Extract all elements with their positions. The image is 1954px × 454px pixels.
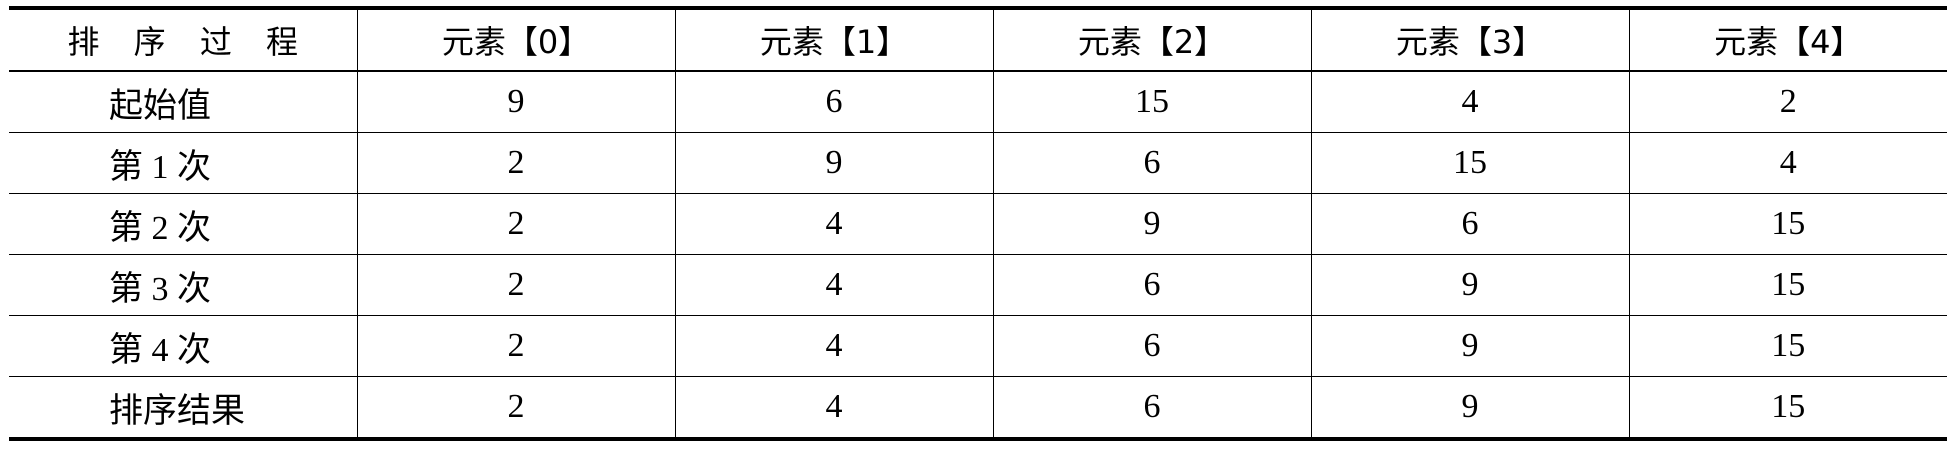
table-header: 排 序 过 程 元素【0】 元素【1】 元素【2】 元素【3】 元素【4】: [9, 6, 1947, 72]
table-cell: 2: [356, 376, 675, 441]
row-label: 第 3 次: [9, 254, 357, 316]
header-row: 排 序 过 程 元素【0】 元素【1】 元素【2】 元素【3】 元素【4】: [9, 6, 1947, 72]
table-body: 起始值 9 6 15 4 2 第 1 次 2 9 6 15 4 第 2 次 2 …: [9, 71, 1947, 441]
table-cell: 6: [992, 376, 1311, 441]
table-cell: 15: [1628, 315, 1947, 377]
header-element-1: 元素【1】: [674, 6, 993, 72]
table-cell: 4: [674, 376, 993, 441]
table-cell: 9: [356, 71, 675, 133]
table-row: 第 1 次 2 9 6 15 4: [9, 132, 1947, 194]
header-element-3: 元素【3】: [1310, 6, 1629, 72]
table-row: 第 4 次 2 4 6 9 15: [9, 315, 1947, 377]
table-cell: 2: [1628, 71, 1947, 133]
table-cell: 9: [1310, 376, 1629, 441]
header-element-0: 元素【0】: [356, 6, 675, 72]
table-cell: 2: [356, 193, 675, 255]
row-label: 第 2 次: [9, 193, 357, 255]
table-cell: 6: [1310, 193, 1629, 255]
table-cell: 4: [674, 254, 993, 316]
table-cell: 2: [356, 315, 675, 377]
table-cell: 15: [1310, 132, 1629, 194]
header-element-4: 元素【4】: [1628, 6, 1947, 72]
row-label: 排序结果: [9, 376, 357, 441]
row-label: 起始值: [9, 71, 357, 133]
table-cell: 9: [674, 132, 993, 194]
table-row: 第 2 次 2 4 9 6 15: [9, 193, 1947, 255]
row-label: 第 1 次: [9, 132, 357, 194]
table-cell: 6: [992, 254, 1311, 316]
table-cell: 6: [674, 71, 993, 133]
table-cell: 4: [674, 193, 993, 255]
table-cell: 6: [992, 132, 1311, 194]
table-cell: 4: [674, 315, 993, 377]
table-cell: 9: [1310, 254, 1629, 316]
header-sort-process: 排 序 过 程: [9, 6, 357, 72]
table-cell: 15: [992, 71, 1311, 133]
table-row: 起始值 9 6 15 4 2: [9, 71, 1947, 133]
table-cell: 9: [992, 193, 1311, 255]
table-cell: 9: [1310, 315, 1629, 377]
table-cell: 15: [1628, 254, 1947, 316]
table-cell: 4: [1628, 132, 1947, 194]
table-cell: 2: [356, 254, 675, 316]
header-element-2: 元素【2】: [992, 6, 1311, 72]
sort-process-table-container: 排 序 过 程 元素【0】 元素【1】 元素【2】 元素【3】 元素【4】 起始…: [9, 6, 1947, 441]
row-label: 第 4 次: [9, 315, 357, 377]
table-row: 第 3 次 2 4 6 9 15: [9, 254, 1947, 316]
table-cell: 4: [1310, 71, 1629, 133]
table-cell: 15: [1628, 376, 1947, 441]
sort-process-table: 排 序 过 程 元素【0】 元素【1】 元素【2】 元素【3】 元素【4】 起始…: [9, 6, 1947, 441]
table-row: 排序结果 2 4 6 9 15: [9, 376, 1947, 441]
table-cell: 2: [356, 132, 675, 194]
table-cell: 15: [1628, 193, 1947, 255]
table-cell: 6: [992, 315, 1311, 377]
